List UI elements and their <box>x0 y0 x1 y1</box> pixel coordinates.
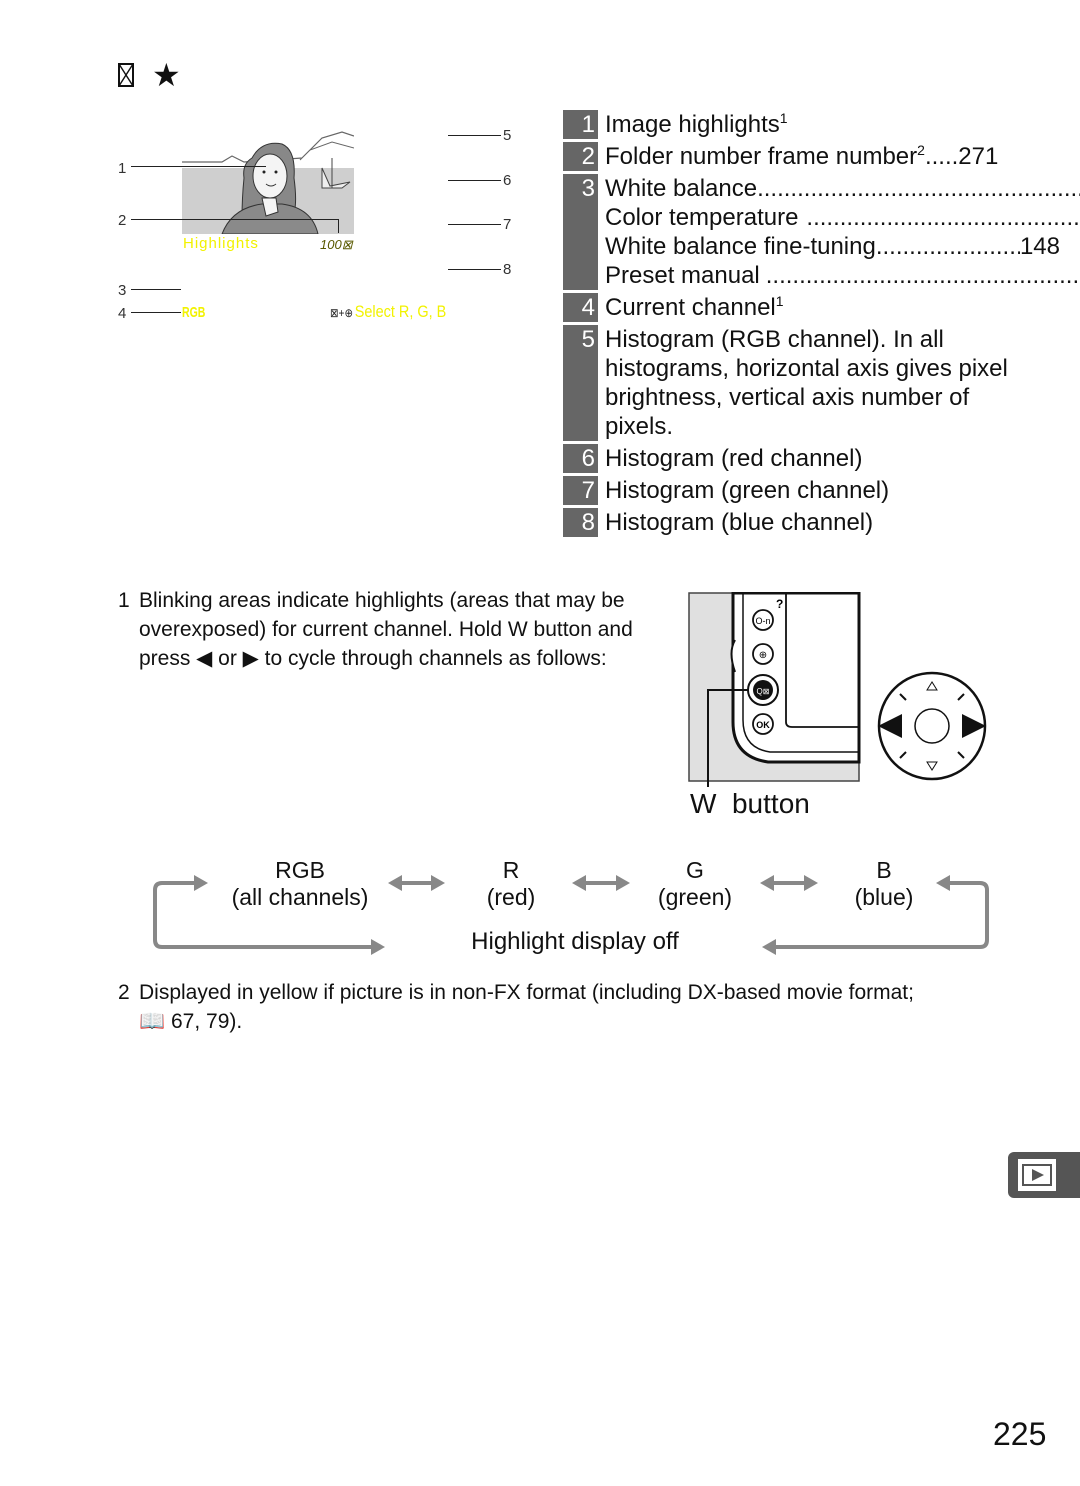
svg-text:?: ? <box>776 597 783 611</box>
legend-item: 2 Folder number frame number2.....271 <box>563 142 1080 171</box>
svg-text:OK: OK <box>756 720 770 730</box>
legend-badge: 2 <box>563 142 598 171</box>
callout-line-7 <box>448 224 501 225</box>
camera-back-illustration: O-n ? ⊕ Q⊠ OK <box>688 592 987 787</box>
legend-item: 1 Image highlights1 <box>563 110 1080 139</box>
legend-list: 1 Image highlights1 2 Folder number fram… <box>563 110 1080 540</box>
callout-8: 8 <box>503 261 512 278</box>
protect-button: O-n <box>752 609 774 631</box>
playback-section-tab[interactable] <box>1008 1152 1080 1198</box>
select-channel-hint: ⊠+⊕ Select R, G, B <box>330 302 446 322</box>
svg-text:O-n: O-n <box>755 616 770 626</box>
callout-2: 2 <box>118 212 127 229</box>
legend-subline: White balance14 <box>605 174 1080 203</box>
callout-1: 1 <box>118 160 127 177</box>
callout-line-5 <box>448 135 501 136</box>
legend-badge: 5 <box>563 325 598 441</box>
callout-3: 3 <box>118 282 127 299</box>
legend-text: Histogram (blue channel) <box>605 509 874 536</box>
zoom-out-button: Q⊠ <box>747 674 779 706</box>
ok-button: OK <box>752 713 774 735</box>
legend-subline: Preset manual15 <box>605 261 1080 290</box>
callout-line-8 <box>448 269 501 270</box>
footnote-2: 2 Displayed in yellow if picture is in n… <box>118 978 1018 1036</box>
legend-text: Histogram (green channel) <box>605 477 890 504</box>
star-icon: ★ <box>152 57 181 93</box>
legend-badge: 7 <box>563 476 598 505</box>
page-ref[interactable]: 271 <box>958 143 998 170</box>
page-number: 225 <box>993 1416 1047 1452</box>
legend-text: Folder number frame number <box>605 143 918 170</box>
legend-badge: 8 <box>563 508 598 537</box>
button-combo-icon: ⊠+⊕ <box>330 306 354 320</box>
footnote-ref: 1 <box>779 110 788 126</box>
footnote-ref: 2 <box>917 142 925 158</box>
highlights-label: Highlights <box>183 235 259 252</box>
callout-4: 4 <box>118 305 127 322</box>
cycle-channel-b: B (blue) <box>854 857 914 910</box>
legend-subline: White balance fine-tuning148 <box>605 232 1060 261</box>
legend-text: Histogram (RGB channel). In all histogra… <box>605 326 1008 440</box>
select-hint-text: Select R, G, B <box>354 302 447 321</box>
cycle-channel-r: R (red) <box>486 857 536 910</box>
callout-line-1 <box>131 166 266 167</box>
highlight-display-off-label: Highlight display off <box>471 928 679 955</box>
page-ref[interactable]: 67, 79). <box>171 1010 242 1033</box>
current-channel-label: RGB <box>182 304 206 321</box>
legend-text: Histogram (red channel) <box>605 445 863 472</box>
svg-text:Q⊠: Q⊠ <box>757 687 770 696</box>
leader-dots: ..... <box>924 143 959 170</box>
book-icon: 📖 <box>139 1010 166 1033</box>
legend-item: 4 Current channel1 <box>563 293 1080 322</box>
zoom-in-button: ⊕ <box>752 643 774 665</box>
legend-subline: Color temperature152 <box>605 203 1080 232</box>
legend-badge: 6 <box>563 444 598 473</box>
callout-line-3 <box>131 289 181 290</box>
folder-frame-number: 100⊠ <box>320 237 353 253</box>
legend-badge: 4 <box>563 293 598 322</box>
legend-badge: 1 <box>563 110 598 139</box>
legend-text: Current channel <box>605 294 776 321</box>
multi-selector <box>877 671 987 781</box>
legend-item: 8 Histogram (blue channel) <box>563 508 1080 537</box>
cycle-channel-g: G (green) <box>657 857 733 910</box>
folder-number: 100 <box>320 237 342 252</box>
callout-6: 6 <box>503 172 512 189</box>
playback-info-box-icon <box>118 63 134 87</box>
legend-item: 5 Histogram (RGB channel). In all histog… <box>563 325 1080 441</box>
callout-5: 5 <box>503 127 512 144</box>
w-button-label: W button <box>690 788 810 819</box>
footnote-number: 2 <box>118 981 130 1004</box>
legend-badge: 3 <box>563 174 598 290</box>
legend-item: 6 Histogram (red channel) <box>563 444 1080 473</box>
cycle-channel-rgb: RGB (all channels) <box>231 857 369 910</box>
callout-line-2-drop <box>338 219 339 233</box>
callout-line-2 <box>131 219 339 220</box>
legend-item: 7 Histogram (green channel) <box>563 476 1080 505</box>
callout-7: 7 <box>503 216 512 233</box>
footnote-number: 1 <box>118 589 130 612</box>
footnote-text: Displayed in yellow if picture is in non… <box>139 981 914 1033</box>
playback-icon <box>1018 1159 1056 1191</box>
callout-line-6 <box>448 180 501 181</box>
footnote-1: 1 Blinking areas indicate highlights (ar… <box>118 586 668 673</box>
footnote-ref: 1 <box>775 293 784 309</box>
callout-line-4 <box>131 312 181 313</box>
footnote-text: Blinking areas indicate highlights (area… <box>139 589 633 670</box>
frame-icon: ⊠ <box>341 237 353 252</box>
svg-text:⊕: ⊕ <box>759 650 767 661</box>
legend-text: Image highlights <box>605 111 780 138</box>
legend-item: 3 White balance14 Color temperature152 W… <box>563 174 1080 290</box>
page-ref[interactable]: 148 <box>1020 232 1060 261</box>
